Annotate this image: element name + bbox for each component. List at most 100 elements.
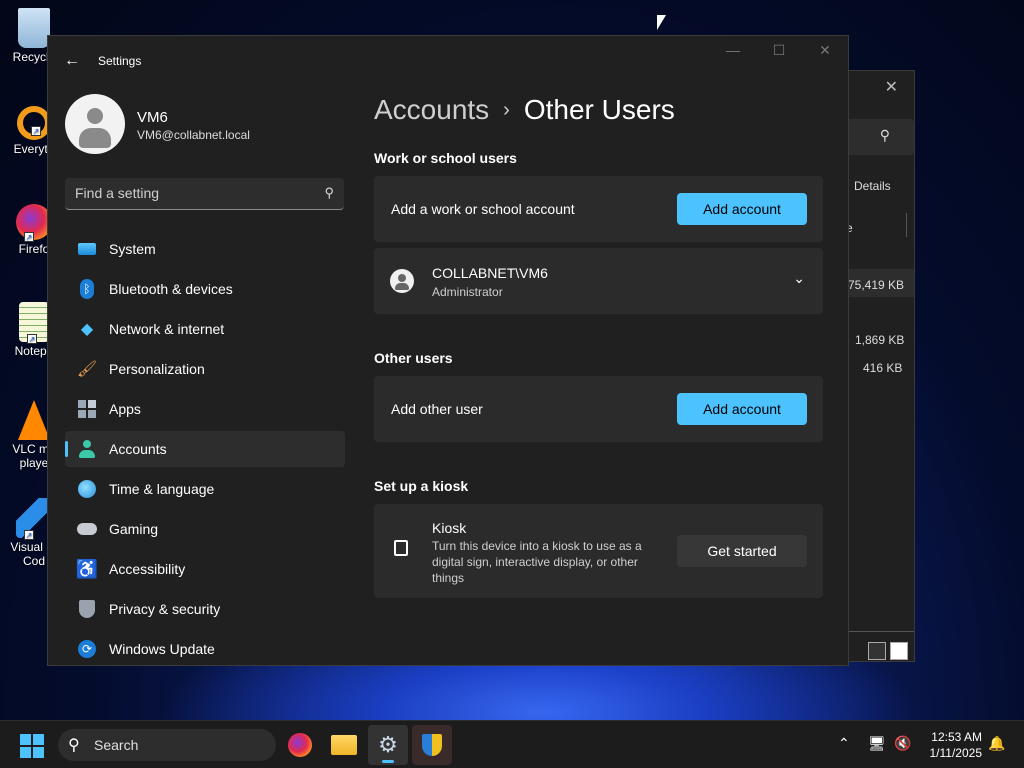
desktop-icon-label-2: Cod [22,554,45,568]
taskbar-settings[interactable]: ⚙ [368,725,408,765]
avatar[interactable] [65,94,125,154]
profile-name: VM6 [137,109,168,126]
page-title: Other Users [523,94,675,125]
apps-icon [77,399,97,419]
add-other-user-button[interactable]: Add account [677,393,807,425]
chevron-up-icon[interactable]: ⌃ [838,735,850,752]
taskbar-file-explorer[interactable] [324,725,364,765]
memory-value: 1,869 KB [855,333,905,347]
avatar-body [79,128,111,148]
taskbar: ⚲ Search ⚙ ⌃ 🖥 🔇 12:53 AM 1/11/2025 🔔 [0,720,1024,768]
close-icon[interactable]: ✕ [802,42,848,59]
globe-clock-icon [77,479,97,499]
breadcrumb-parent[interactable]: Accounts [374,94,489,125]
clock[interactable]: 12:53 AM 1/11/2025 [930,729,983,761]
sidebar-item-network[interactable]: ◆ Network & internet [65,311,345,347]
sidebar-item-label: Bluetooth & devices [109,281,233,297]
details-view-icon[interactable] [868,642,886,660]
breadcrumb: Accounts › Other Users [374,94,675,126]
sidebar-item-accessibility[interactable]: ♿ Accessibility [65,551,345,587]
close-icon[interactable]: ✕ [885,77,898,97]
add-work-account-button[interactable]: Add account [677,193,807,225]
maximize-icon[interactable]: ☐ [756,42,802,59]
chevron-down-icon[interactable]: ⌄ [793,270,805,287]
settings-window: ← Settings — ☐ ✕ VM6 VM6@collabnet.local… [47,35,849,666]
vlc-cone-icon [18,400,50,440]
search-icon: ⚲ [879,127,890,143]
search-icon: ⚲ [68,737,80,754]
sidebar-item-label: Time & language [109,481,215,497]
tiles-view-icon[interactable] [890,642,908,660]
gamepad-icon [77,519,97,539]
sidebar-item-accounts[interactable]: Accounts [65,431,345,467]
windows-logo-tile [20,747,31,758]
shortcut-arrow-icon: ↗ [24,530,34,540]
accounts-icon [77,439,97,459]
start-button[interactable] [20,734,44,758]
sidebar-item-apps[interactable]: Apps [65,391,345,427]
taskbar-firefox[interactable] [280,725,320,765]
taskbar-search[interactable]: ⚲ Search [58,729,276,761]
avatar-head [87,108,103,124]
details-tab[interactable]: Details [854,179,891,193]
active-indicator [382,760,394,763]
sidebar-item-time-language[interactable]: Time & language [65,471,345,507]
sidebar-item-label: Windows Update [109,641,215,657]
windows-logo-tile [33,747,44,758]
sidebar-nav: System ᛒ Bluetooth & devices ◆ Network &… [65,231,345,665]
clock-time: 12:53 AM [931,730,982,744]
kiosk-card: Kiosk Turn this device into a kiosk to u… [374,504,823,598]
taskbar-security[interactable] [412,725,452,765]
sidebar-item-personalization[interactable]: 🖌 Personalization [65,351,345,387]
background-search-box[interactable]: ⚲ [846,119,914,155]
sidebar-item-label: Network & internet [109,321,225,337]
network-icon[interactable]: 🖥 [868,735,886,752]
search-input[interactable] [75,185,305,201]
sidebar-item-label: Personalization [109,361,205,377]
sidebar-item-system[interactable]: System [65,231,345,267]
column-divider [906,213,907,237]
notification-bell-icon[interactable]: 🔔 [988,735,1005,752]
sidebar-item-label: Apps [109,401,141,417]
section-title-kiosk: Set up a kiosk [374,478,469,494]
volume-muted-icon[interactable]: 🔇 [894,735,911,752]
kiosk-title: Kiosk [432,520,467,536]
sidebar-item-label: Accessibility [109,561,186,577]
window-title: Settings [98,54,142,68]
shortcut-arrow-icon: ↗ [24,232,34,242]
notepad-icon: ↗ [19,302,49,344]
desktop-icon-label-2: playe [19,456,49,470]
sidebar-item-label: Accounts [109,441,167,457]
sidebar-item-bluetooth[interactable]: ᛒ Bluetooth & devices [65,271,345,307]
desktop-icon-label: Firefo [18,242,50,256]
wifi-icon: ◆ [80,321,94,338]
sidebar-item-privacy[interactable]: Privacy & security [65,591,345,627]
windows-logo-tile [20,734,31,745]
firefox-icon [288,733,312,757]
sidebar-item-label: System [109,241,156,257]
back-arrow-icon[interactable]: ← [64,52,80,70]
search-icon[interactable]: ⚲ [324,185,334,201]
gear-icon: ⚙ [378,732,398,757]
memory-value: 416 KB [863,361,903,375]
add-other-user-card: Add other user Add account [374,376,823,442]
brush-icon: 🖌 [76,361,98,378]
user-card[interactable]: COLLABNET\VM6 Administrator ⌄ [374,248,823,314]
get-started-button[interactable]: Get started [677,535,807,567]
bluetooth-icon: ᛒ [77,279,97,299]
add-work-account-label: Add a work or school account [391,201,575,217]
user-name: COLLABNET\VM6 [432,265,548,281]
find-setting-box[interactable]: ⚲ [65,178,344,210]
divider [846,631,914,632]
user-avatar-icon [390,269,414,293]
background-window[interactable]: ✕ ⚲ Details e 75,419 KB 1,869 KB 416 KB [845,70,915,662]
sidebar-item-gaming[interactable]: Gaming [65,511,345,547]
sidebar-item-windows-update[interactable]: ⟳ Windows Update [65,631,345,665]
minimize-icon[interactable]: — [710,42,756,58]
folder-icon [331,735,357,755]
mouse-cursor-icon [657,15,666,30]
system-icon [77,239,97,259]
chevron-right-icon: › [503,99,510,121]
shortcut-arrow-icon: ↗ [31,126,41,136]
shield-icon [77,599,97,619]
